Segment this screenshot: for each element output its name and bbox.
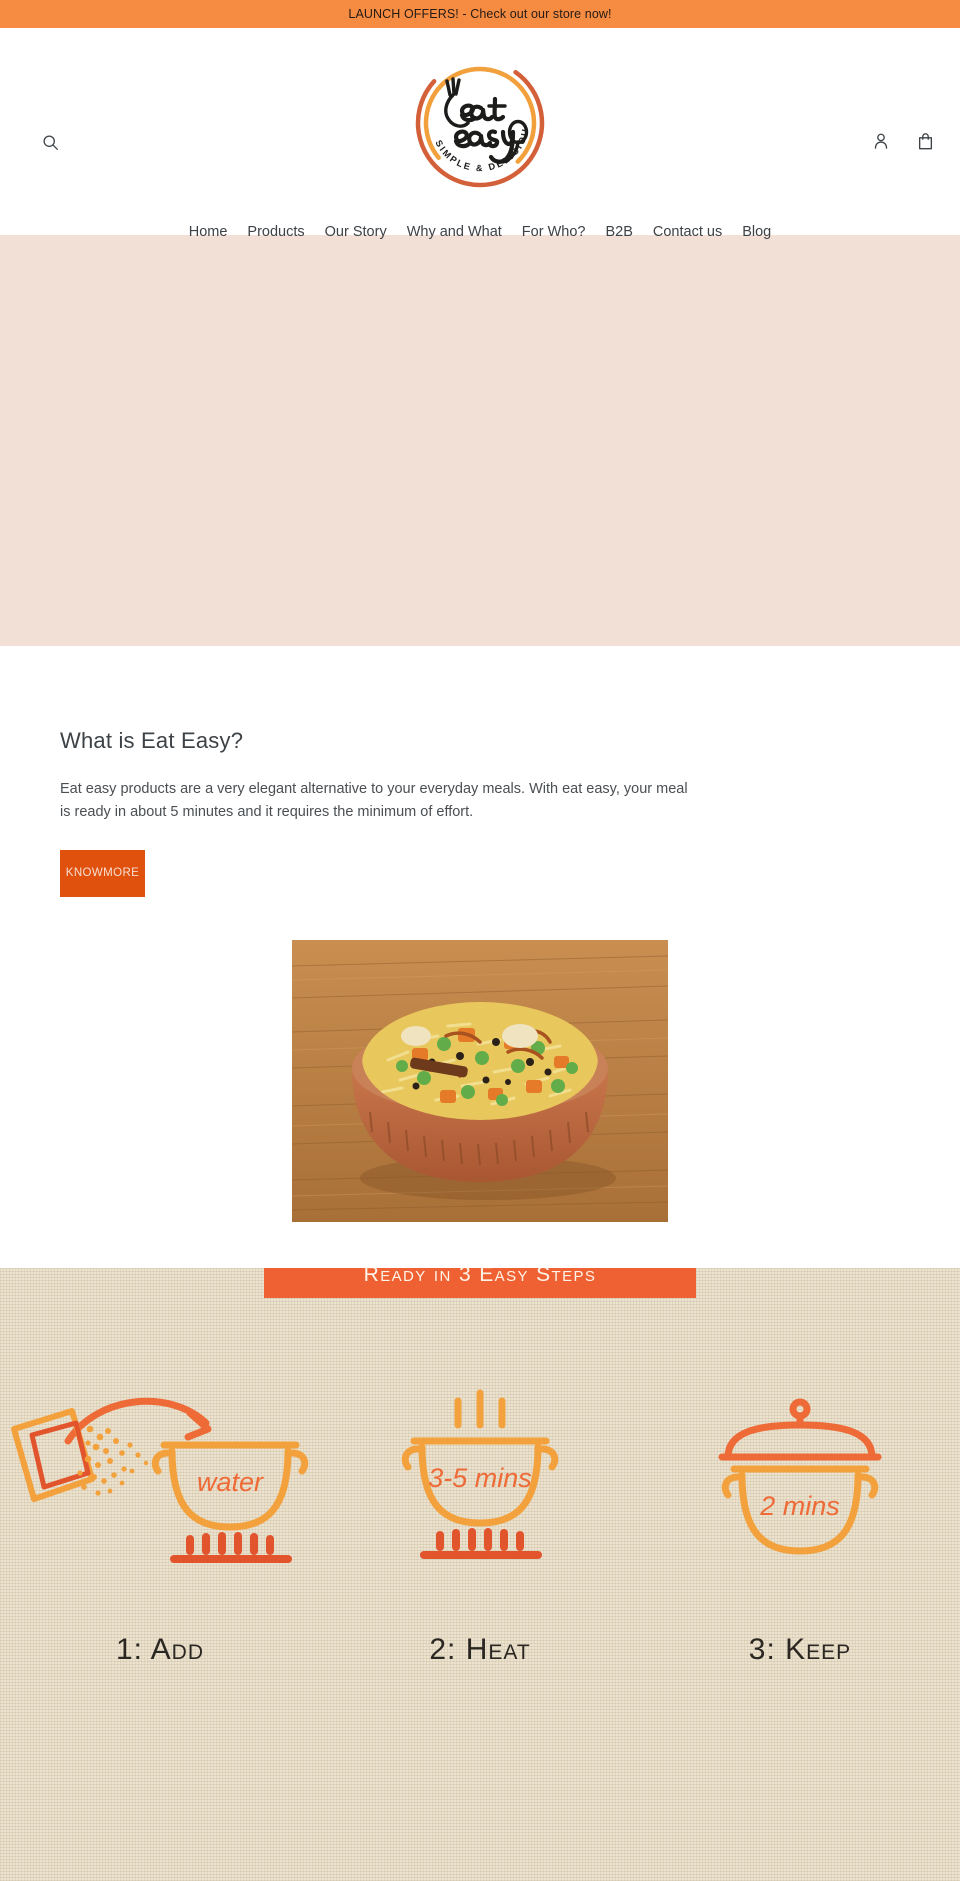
nav-item-blog[interactable]: Blog — [732, 218, 781, 246]
eat-easy-logo-icon: SIMPLE & DELICIOUS — [405, 48, 545, 188]
know-more-button[interactable]: KNOW MORE — [60, 850, 145, 898]
nav-item-contact-us[interactable]: Contact us — [643, 218, 732, 246]
intro-title: What is Eat Easy? — [60, 728, 244, 753]
step-1-label: 1: Add — [115, 1633, 205, 1667]
three-steps-section: Ready in 3 Easy Steps water 1: Add 3-5 m… — [0, 1268, 960, 1881]
account-person-icon — [874, 133, 888, 149]
intro-body: Eat easy products are a very elegant alt… — [60, 781, 688, 821]
cart-button[interactable] — [912, 128, 938, 154]
search-button[interactable] — [36, 128, 64, 156]
step-3-label: 3: Keep — [748, 1633, 852, 1667]
main-navigation: Home Products Our Story Why and What For… — [0, 218, 960, 246]
pack-pouring-into-pot-icon: water — [11, 1398, 309, 1564]
step-3-art: 2 mins — [700, 1373, 900, 1573]
announcement-bar[interactable]: LAUNCH OFFERS! - Check out our store now… — [0, 0, 960, 28]
step-2-art: 3-5 mins — [380, 1373, 580, 1573]
site-header: SIMPLE & DELICIOUS Home Products Our Sto… — [0, 28, 960, 240]
nav-item-b2b[interactable]: B2B — [595, 218, 642, 246]
pot-on-burner-icon: 3-5 mins — [401, 1389, 559, 1560]
know-more-line-2: MORE — [103, 867, 140, 880]
step-item-3: 2 mins 3: Keep — [640, 1373, 960, 1667]
account-button[interactable] — [868, 128, 894, 154]
food-image-wrapper — [0, 940, 960, 1223]
nav-item-for-who[interactable]: For Who? — [512, 218, 596, 246]
step-1-pot-text: water — [197, 1467, 264, 1497]
know-more-line-1: KNOW — [65, 867, 104, 880]
steps-banner-text: Ready in 3 Easy Steps — [363, 1268, 597, 1286]
steps-row: water 1: Add 3-5 mins 2: Heat 2 mins 3: … — [0, 1373, 960, 1667]
header-icon-group — [868, 128, 938, 154]
hero-banner[interactable] — [0, 235, 960, 646]
biryani-bowl-illustration — [292, 940, 668, 1223]
shopping-bag-icon — [918, 133, 932, 150]
announcement-text: LAUNCH OFFERS! - Check out our store now… — [348, 7, 612, 21]
nav-item-why-and-what[interactable]: Why and What — [397, 218, 512, 246]
site-logo[interactable]: SIMPLE & DELICIOUS — [405, 48, 555, 198]
search-icon — [42, 134, 58, 150]
intro-section: What is Eat Easy? Eat easy products are … — [0, 646, 960, 1223]
biryani-photo — [292, 940, 668, 1223]
step-2-pot-text: 3-5 mins — [428, 1463, 532, 1493]
step-2-label: 2: Heat — [429, 1633, 531, 1667]
nav-item-home[interactable]: Home — [179, 218, 238, 246]
steps-ribbon-banner: Ready in 3 Easy Steps — [264, 1268, 696, 1299]
step-item-1: water 1: Add — [0, 1373, 320, 1667]
step-3-pot-text: 2 mins — [759, 1491, 840, 1521]
step-1-art: water — [10, 1373, 310, 1573]
nav-item-our-story[interactable]: Our Story — [315, 218, 397, 246]
step-item-2: 3-5 mins 2: Heat — [320, 1373, 640, 1667]
covered-pot-icon: 2 mins — [718, 1398, 882, 1555]
nav-item-products[interactable]: Products — [237, 218, 314, 246]
